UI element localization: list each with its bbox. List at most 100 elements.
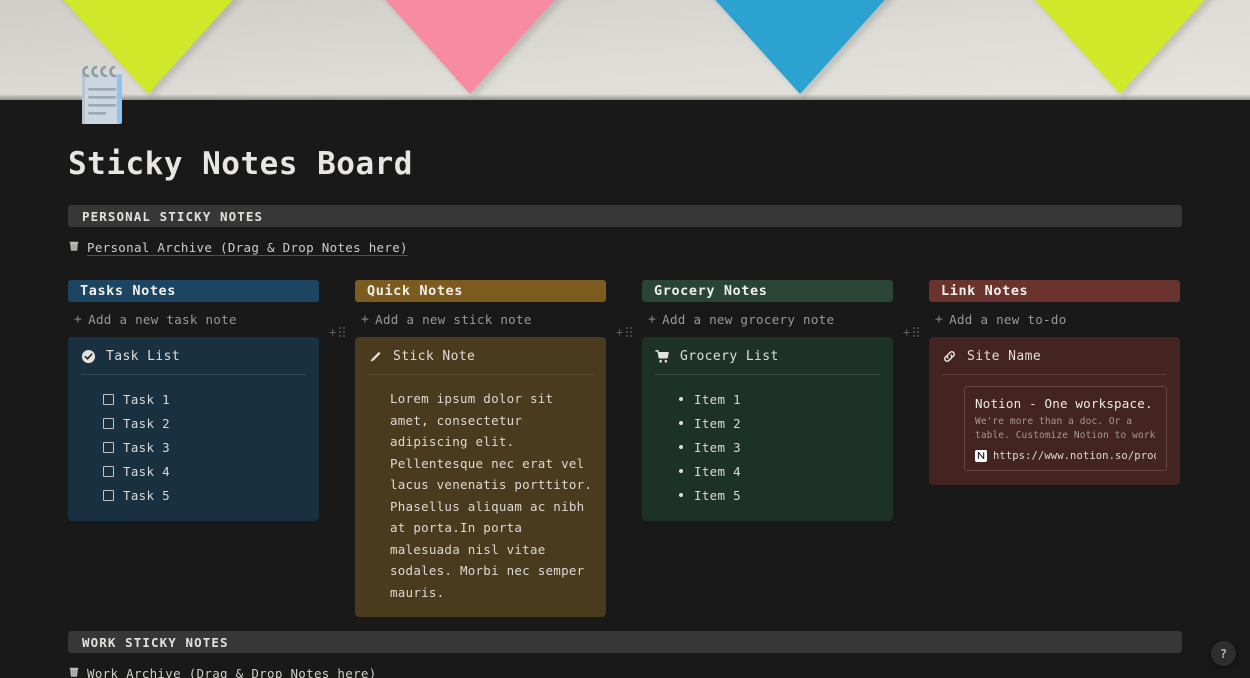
column-header[interactable]: Link Notes — [929, 280, 1180, 302]
column-header[interactable]: Quick Notes — [355, 280, 606, 302]
column-drag-handle[interactable]: + — [329, 326, 345, 338]
card-title: Task List — [106, 349, 180, 364]
sections-container: PERSONAL STICKY NOTES Personal Archive (D… — [68, 205, 1182, 678]
board-columns: Tasks Notes +Add a new task note Task List… — [68, 280, 1182, 617]
banner-sticky-note-2 — [380, 0, 560, 94]
checklist-item[interactable]: Task 4 — [103, 459, 306, 483]
add-note-button[interactable]: + Add a new grocery note — [642, 311, 893, 328]
add-column-icon[interactable]: + — [329, 326, 336, 338]
wastebasket-icon — [68, 240, 80, 254]
checklist-item-label: Task 5 — [123, 488, 170, 503]
wastebasket-icon — [68, 666, 80, 678]
bullet-item-label: Item 3 — [694, 440, 741, 455]
column-drag-handle[interactable]: + — [903, 326, 919, 338]
bullet-list-item[interactable]: Item 5 — [679, 483, 880, 507]
checkbox[interactable] — [103, 394, 114, 405]
link-chain-icon — [942, 349, 957, 364]
bookmark-url-row: https://www.notion.so/produ… — [975, 450, 1156, 462]
check-circle-icon — [81, 349, 96, 364]
link-bookmark[interactable]: Notion - One workspace. Ev… We're more th… — [964, 386, 1167, 471]
card-title-row: Task List — [81, 349, 306, 375]
page-content: Sticky Notes Board PERSONAL STICKY NOTES… — [0, 100, 1250, 678]
plus-icon: + — [74, 313, 82, 326]
card-title: Site Name — [967, 349, 1041, 364]
bullet-list-item[interactable]: Item 2 — [679, 411, 880, 435]
plus-icon: + — [648, 313, 656, 326]
card-title-row: Site Name — [942, 349, 1167, 375]
checklist-item-label: Task 1 — [123, 392, 170, 407]
card-title-row: Grocery List — [655, 349, 880, 375]
add-column-icon[interactable]: + — [616, 326, 623, 338]
section-header-label: WORK STICKY NOTES — [82, 635, 229, 650]
notion-favicon — [975, 450, 987, 462]
note-text[interactable]: Lorem ipsum dolor sit amet, consectetur … — [368, 377, 593, 603]
add-note-label: Add a new stick note — [375, 312, 532, 327]
checkbox[interactable] — [103, 490, 114, 501]
archive-label: Personal Archive (Drag & Drop Notes here… — [87, 240, 408, 255]
archive-link[interactable]: Work Archive (Drag & Drop Notes here) — [68, 664, 1182, 678]
add-note-button[interactable]: +Add a new to-do — [929, 311, 1180, 328]
sticky-note-card[interactable]: Site Name Notion - One workspace. Ev… We'r… — [929, 337, 1180, 485]
shopping-cart-icon — [655, 349, 670, 364]
plus-icon: + — [935, 313, 943, 326]
column-title: Quick Notes — [367, 283, 463, 299]
banner-sticky-note-4 — [1030, 0, 1210, 94]
bookmark-description: We're more than a doc. Or a table. Custo… — [975, 415, 1156, 444]
column-drag-handle[interactable]: + — [616, 326, 632, 338]
board-column[interactable]: Tasks Notes +Add a new task note Task List… — [68, 280, 319, 521]
sticky-note-card[interactable]: Grocery ListItem 1Item 2Item 3Item 4Item… — [642, 337, 893, 521]
column-title: Grocery Notes — [654, 283, 767, 299]
bookmark-url: https://www.notion.so/produ… — [993, 450, 1156, 462]
section-work: WORK STICKY NOTES Work Archive (Drag & Dr… — [68, 631, 1182, 678]
bullet-icon — [679, 445, 683, 449]
checklist-item-label: Task 2 — [123, 416, 170, 431]
page-banner[interactable] — [0, 0, 1250, 100]
checklist-item[interactable]: Task 2 — [103, 411, 306, 435]
archive-link[interactable]: Personal Archive (Drag & Drop Notes here… — [68, 238, 1182, 256]
board-column[interactable]: + Grocery Notes + Add a new grocery note Gro… — [642, 280, 893, 521]
spiral-notepad-icon[interactable] — [74, 64, 128, 128]
add-note-label: Add a new grocery note — [662, 312, 834, 327]
checkbox[interactable] — [103, 418, 114, 429]
bullet-icon — [679, 421, 683, 425]
grip-icon[interactable] — [913, 327, 919, 337]
plus-icon: + — [361, 313, 369, 326]
card-title: Grocery List — [680, 349, 779, 364]
checklist-item-label: Task 4 — [123, 464, 170, 479]
checklist-item[interactable]: Task 5 — [103, 483, 306, 507]
add-column-icon[interactable]: + — [903, 326, 910, 338]
checklist: Task 1 Task 2 Task 3 Task 4 Task 5 — [81, 377, 306, 507]
card-title: Stick Note — [393, 349, 475, 364]
column-header[interactable]: Tasks Notes — [68, 280, 319, 302]
bookmark-title: Notion - One workspace. Ev… — [975, 396, 1156, 411]
grip-icon[interactable] — [339, 327, 345, 337]
bullet-icon — [679, 469, 683, 473]
checklist-item[interactable]: Task 1 — [103, 387, 306, 411]
checklist-item[interactable]: Task 3 — [103, 435, 306, 459]
sticky-note-card[interactable]: Task List Task 1 Task 2 Task 3 Task 4 Task 5 — [68, 337, 319, 521]
bullet-list-item[interactable]: Item 4 — [679, 459, 880, 483]
checkbox[interactable] — [103, 466, 114, 477]
bullet-icon — [679, 397, 683, 401]
page-title[interactable]: Sticky Notes Board — [68, 100, 1182, 191]
add-note-button[interactable]: +Add a new task note — [68, 311, 319, 328]
bullet-item-label: Item 5 — [694, 488, 741, 503]
checkbox[interactable] — [103, 442, 114, 453]
bullet-icon — [679, 493, 683, 497]
grip-icon[interactable] — [626, 327, 632, 337]
banner-sticky-note-3 — [710, 0, 890, 94]
bullet-item-label: Item 4 — [694, 464, 741, 479]
column-title: Link Notes — [941, 283, 1028, 299]
bullet-list: Item 1Item 2 Item 3 Item 4 Item 5 — [655, 377, 880, 507]
help-button[interactable]: ? — [1211, 641, 1236, 666]
section-header-bar[interactable]: PERSONAL STICKY NOTES — [68, 205, 1182, 227]
section-header-bar[interactable]: WORK STICKY NOTES — [68, 631, 1182, 653]
board-column[interactable]: + Link Notes +Add a new to-do Site Name Noti… — [929, 280, 1180, 485]
bullet-list-item[interactable]: Item 1 — [679, 387, 880, 411]
add-note-button[interactable]: + Add a new stick note — [355, 311, 606, 328]
section-personal: PERSONAL STICKY NOTES Personal Archive (D… — [68, 205, 1182, 617]
bullet-list-item[interactable]: Item 3 — [679, 435, 880, 459]
column-header[interactable]: Grocery Notes — [642, 280, 893, 302]
board-column[interactable]: + Quick Notes + Add a new stick note Stick N… — [355, 280, 606, 617]
sticky-note-card[interactable]: Stick Note Lorem ipsum dolor sit amet, co… — [355, 337, 606, 617]
